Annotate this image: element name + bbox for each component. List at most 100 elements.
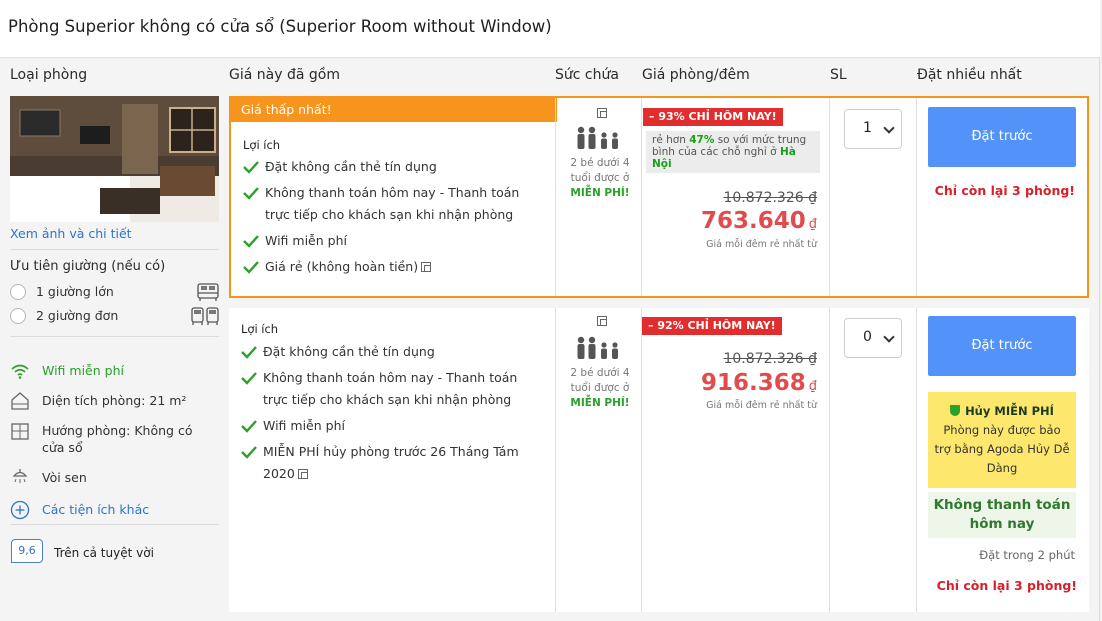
bed-option-twin[interactable]: 2 giường đơn <box>10 306 219 326</box>
review-score-text: Trên cả tuyệt vời <box>54 546 154 560</box>
capacity-free: MIỄN PHÍ! <box>570 187 630 199</box>
room-title-bar: Phòng Superior không có cửa sổ (Superior… <box>0 0 1100 58</box>
cheaper-than-average: rẻ hơn 47% so với mức trung bình của các… <box>646 131 820 173</box>
amenity-label: Wifi miễn phí <box>42 363 124 378</box>
check-icon <box>243 235 259 248</box>
room-quantity-select[interactable]: 1 <box>844 109 902 149</box>
check-icon <box>241 372 257 385</box>
deal-badge: – 93% CHỈ HÔM NAY! <box>643 108 783 126</box>
house-icon <box>11 392 29 410</box>
benefits-title: Lợi ích <box>243 138 281 152</box>
room-quantity-select[interactable]: 0 <box>844 318 902 358</box>
free-cancellation-title: Hủy MIỄN PHÍ <box>934 402 1070 421</box>
radio-button[interactable] <box>10 284 26 300</box>
benefit-text[interactable]: MIỄN PHÍ hủy phòng trước 26 Tháng Tám 20… <box>263 441 521 485</box>
check-icon <box>241 346 257 359</box>
radio-button[interactable] <box>10 308 26 324</box>
check-icon <box>243 161 259 174</box>
benefits-title: Lợi ích <box>241 322 279 336</box>
benefit-item: Không thanh toán hôm nay - Thanh toán tr… <box>241 367 541 411</box>
capacity-text: 2 bé dưới 4 tuổi được ở MIỄN PHÍ! <box>562 366 638 411</box>
header-most-booked: Đặt nhiều nhất <box>917 67 1022 83</box>
room-photo[interactable] <box>10 96 219 222</box>
window-icon <box>11 423 29 440</box>
column-divider <box>916 98 917 296</box>
current-price: 763.640 ₫ <box>701 208 817 234</box>
book-now-button[interactable]: Đặt trước <box>928 316 1076 376</box>
review-score-badge: 9,6 <box>11 539 43 563</box>
offer-card-2: Lợi ích Đặt không cần thẻ tín dụng Không… <box>229 308 1089 612</box>
book-now-button[interactable]: Đặt trước <box>928 107 1076 167</box>
divider <box>10 336 219 337</box>
header-price: Giá phòng/đêm <box>642 67 750 83</box>
check-icon <box>241 420 257 433</box>
external-link-icon[interactable] <box>597 316 607 326</box>
capacity-note: 2 bé dưới 4 tuổi được ở <box>570 157 630 184</box>
price-value: 763.640 <box>700 208 806 234</box>
lowest-price-ribbon: Giá thấp nhất! <box>231 98 557 122</box>
bed-option-label: 2 giường đơn <box>36 308 119 323</box>
external-link-icon[interactable] <box>421 262 432 272</box>
people-icon <box>577 126 618 149</box>
header-qty: SL <box>830 67 847 83</box>
column-divider <box>829 308 830 612</box>
cheaper-percent: 47% <box>689 134 715 146</box>
benefit-item: MIỄN PHÍ hủy phòng trước 26 Tháng Tám 20… <box>241 441 521 485</box>
quantity-value: 0 <box>863 329 872 345</box>
room-photo-image <box>10 96 219 222</box>
rooms-left-warning: Chỉ còn lại 3 phòng! <box>934 183 1075 198</box>
benefit-text: Đặt không cần thẻ tín dụng <box>263 344 435 359</box>
amenity-label: Hướng phòng: Không có cửa sổ <box>42 423 193 455</box>
booking-cell: Đặt trước Hủy MIỄN PHÍ Phòng này được bả… <box>916 308 1089 608</box>
benefit-text-label: Giá rẻ (không hoàn tiền) <box>265 259 419 274</box>
booked-recently: Đặt trong 2 phút <box>979 548 1075 562</box>
benefit-item: Đặt không cần thẻ tín dụng <box>243 156 543 178</box>
offer-card-1: Giá thấp nhất! Lợi ích Đặt không cần thẻ… <box>229 96 1089 298</box>
external-link-icon[interactable] <box>297 469 308 479</box>
quantity-value: 1 <box>863 120 872 136</box>
twin-bed-icon <box>191 307 219 325</box>
bed-preference-title: Ưu tiên giường (nếu có) <box>10 259 166 274</box>
current-price: 916.368 ₫ <box>701 370 817 396</box>
room-offer-panel: Phòng Superior không có cửa sổ (Superior… <box>0 0 1100 621</box>
benefit-item: Đặt không cần thẻ tín dụng <box>241 341 541 363</box>
divider <box>10 524 219 525</box>
check-icon <box>243 261 259 274</box>
photo-details-link[interactable]: Xem ảnh và chi tiết <box>10 226 132 241</box>
deal-badge: – 92% CHỈ HÔM NAY! <box>642 317 782 335</box>
chevron-down-icon <box>883 122 895 134</box>
chevron-down-icon <box>883 331 895 343</box>
free-cancellation-box: Hủy MIỄN PHÍ Phòng này được bảo trợ bằng… <box>928 392 1076 488</box>
amenity-label[interactable]: Các tiện ích khác <box>42 501 149 518</box>
shower-icon <box>12 469 28 483</box>
header-capacity: Sức chứa <box>555 67 619 83</box>
original-price: 10.872.326 ₫ <box>723 351 817 367</box>
price-cell: – 92% CHỈ HÔM NAY! 10.872.326 ₫ 916.368 ₫… <box>642 308 829 608</box>
plus-circle-icon <box>10 500 30 520</box>
rooms-left-warning: Chỉ còn lại 3 phòng! <box>936 578 1077 593</box>
people-icon <box>577 336 618 359</box>
price-value: 916.368 <box>700 370 806 396</box>
wifi-icon <box>11 364 29 379</box>
bed-option-double[interactable]: 1 giường lớn <box>10 282 219 302</box>
capacity-free: MIỄN PHÍ! <box>570 397 630 409</box>
benefit-item: Wifi miễn phí <box>241 415 541 437</box>
benefit-item: Giá rẻ (không hoàn tiền) <box>243 256 543 278</box>
amenity-label: Vòi sen <box>42 470 87 485</box>
free-cancellation-label: Hủy MIỄN PHÍ <box>965 404 1054 418</box>
header-includes: Giá này đã gồm <box>229 67 340 83</box>
price-cell: – 93% CHỈ HÔM NAY! rẻ hơn 47% so với mức… <box>642 98 829 296</box>
capacity-cell: 2 bé dưới 4 tuổi được ở MIỄN PHÍ! <box>556 308 642 608</box>
header-room-type: Loại phòng <box>10 67 88 83</box>
benefit-text[interactable]: Giá rẻ (không hoàn tiền) <box>265 256 543 278</box>
double-bed-icon <box>197 283 219 301</box>
benefit-item: Wifi miễn phí <box>243 230 543 252</box>
free-cancellation-text: Phòng này được bảo trợ bằng Agoda Hủy Dễ… <box>934 423 1070 475</box>
external-link-icon[interactable] <box>597 108 607 118</box>
price-note: Giá mỗi đêm rẻ nhất từ <box>706 239 817 250</box>
divider <box>10 249 219 250</box>
benefit-text: Không thanh toán hôm nay - Thanh toán tr… <box>265 185 520 222</box>
room-title: Phòng Superior không có cửa sổ (Superior… <box>8 17 552 36</box>
price-note: Giá mỗi đêm rẻ nhất từ <box>706 400 817 411</box>
check-icon <box>243 187 259 200</box>
